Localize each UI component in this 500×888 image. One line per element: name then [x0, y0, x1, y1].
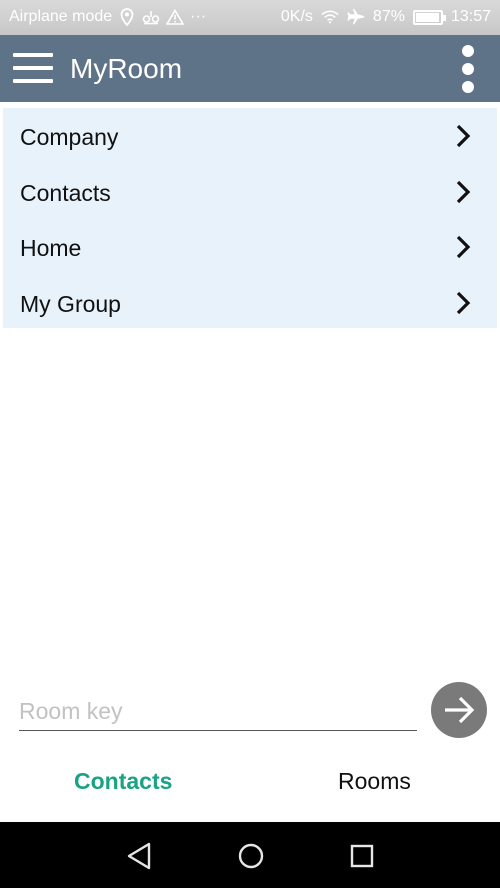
room-key-input[interactable] — [19, 693, 417, 731]
status-right: 0K/s 87% 13:57 — [281, 8, 491, 26]
chevron-right-icon — [456, 180, 471, 203]
arrow-right-icon — [445, 696, 475, 724]
overflow-menu-icon[interactable] — [454, 45, 482, 93]
clock: 13:57 — [450, 8, 491, 25]
list-item-label: Company — [20, 124, 119, 150]
list-item-label: My Group — [20, 290, 121, 317]
more-notifications: ··· — [190, 8, 207, 25]
group-list: Company Contacts Home My Group — [3, 108, 497, 328]
tab-rooms[interactable]: Rooms — [338, 768, 411, 795]
network-speed: 0K/s — [280, 8, 313, 25]
app-title: MyRoom — [70, 53, 183, 84]
location-icon — [118, 8, 136, 26]
chevron-right-icon — [456, 124, 471, 148]
status-bar: Airplane mode ··· 0K/s 87% 13:57 — [0, 0, 500, 35]
battery-percent: 87% — [372, 8, 405, 25]
home-icon[interactable] — [235, 840, 267, 872]
recents-icon[interactable] — [346, 840, 378, 872]
tab-contacts[interactable]: Contacts — [74, 768, 172, 795]
battery-icon — [412, 9, 446, 25]
list-item-company[interactable]: Company — [3, 108, 497, 164]
chevron-right-icon — [456, 235, 471, 259]
list-item-my-group[interactable]: My Group — [3, 275, 497, 331]
list-item-home[interactable]: Home — [3, 219, 497, 275]
sim-icon — [142, 8, 160, 26]
list-item-contacts[interactable]: Contacts — [3, 164, 497, 220]
wifi-icon — [321, 8, 339, 26]
list-item-label: Contacts — [20, 179, 111, 206]
back-icon[interactable] — [123, 840, 155, 872]
app-bar: MyRoom — [0, 35, 500, 102]
chevron-right-icon — [456, 291, 471, 314]
status-left: Airplane mode ··· — [9, 8, 206, 26]
airplane-mode-label: Airplane mode — [9, 8, 113, 25]
go-button[interactable] — [431, 682, 487, 738]
hamburger-menu-icon[interactable] — [13, 51, 53, 85]
system-nav-bar — [0, 822, 500, 888]
warning-icon — [166, 8, 185, 26]
airplane-icon — [347, 8, 365, 26]
bottom-tabs: Contacts Rooms — [0, 752, 500, 822]
list-item-label: Home — [20, 235, 82, 261]
